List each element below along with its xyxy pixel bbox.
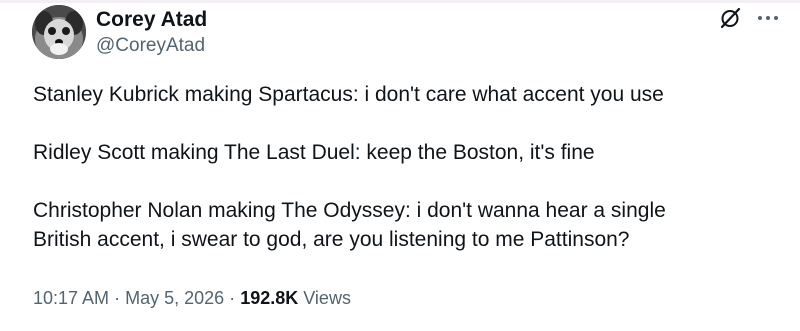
views-label: Views <box>303 288 351 308</box>
dog-avatar-icon <box>32 5 86 59</box>
tweet-line-3: Christopher Nolan making The Odyssey: i … <box>33 199 666 222</box>
tweet-text: Stanley Kubrick making Spartacus: i don'… <box>33 80 773 254</box>
views-count[interactable]: 192.8K <box>240 288 298 308</box>
grok-icon[interactable] <box>718 6 742 30</box>
avatar[interactable] <box>32 5 86 59</box>
tweet-line-2: Ridley Scott making The Last Duel: keep … <box>33 141 595 164</box>
meta-separator: · <box>229 288 236 308</box>
tweet-line-1: Stanley Kubrick making Spartacus: i don'… <box>33 83 664 106</box>
tweet-card: Corey Atad @CoreyAtad Stanley Kubrick ma… <box>0 0 800 331</box>
author-display-name[interactable]: Corey Atad <box>96 8 207 32</box>
tweet-time[interactable]: 10:17 AM <box>33 288 109 308</box>
top-divider <box>0 0 800 3</box>
author-handle[interactable]: @CoreyAtad <box>96 35 205 57</box>
tweet-line-4: British accent, i swear to god, are you … <box>33 228 630 251</box>
tweet-date[interactable]: May 5, 2026 <box>125 288 224 308</box>
meta-separator: · <box>114 288 121 308</box>
more-icon[interactable] <box>757 14 779 22</box>
tweet-meta: 10:17 AM · May 5, 2026 · 192.8K Views <box>33 287 351 309</box>
